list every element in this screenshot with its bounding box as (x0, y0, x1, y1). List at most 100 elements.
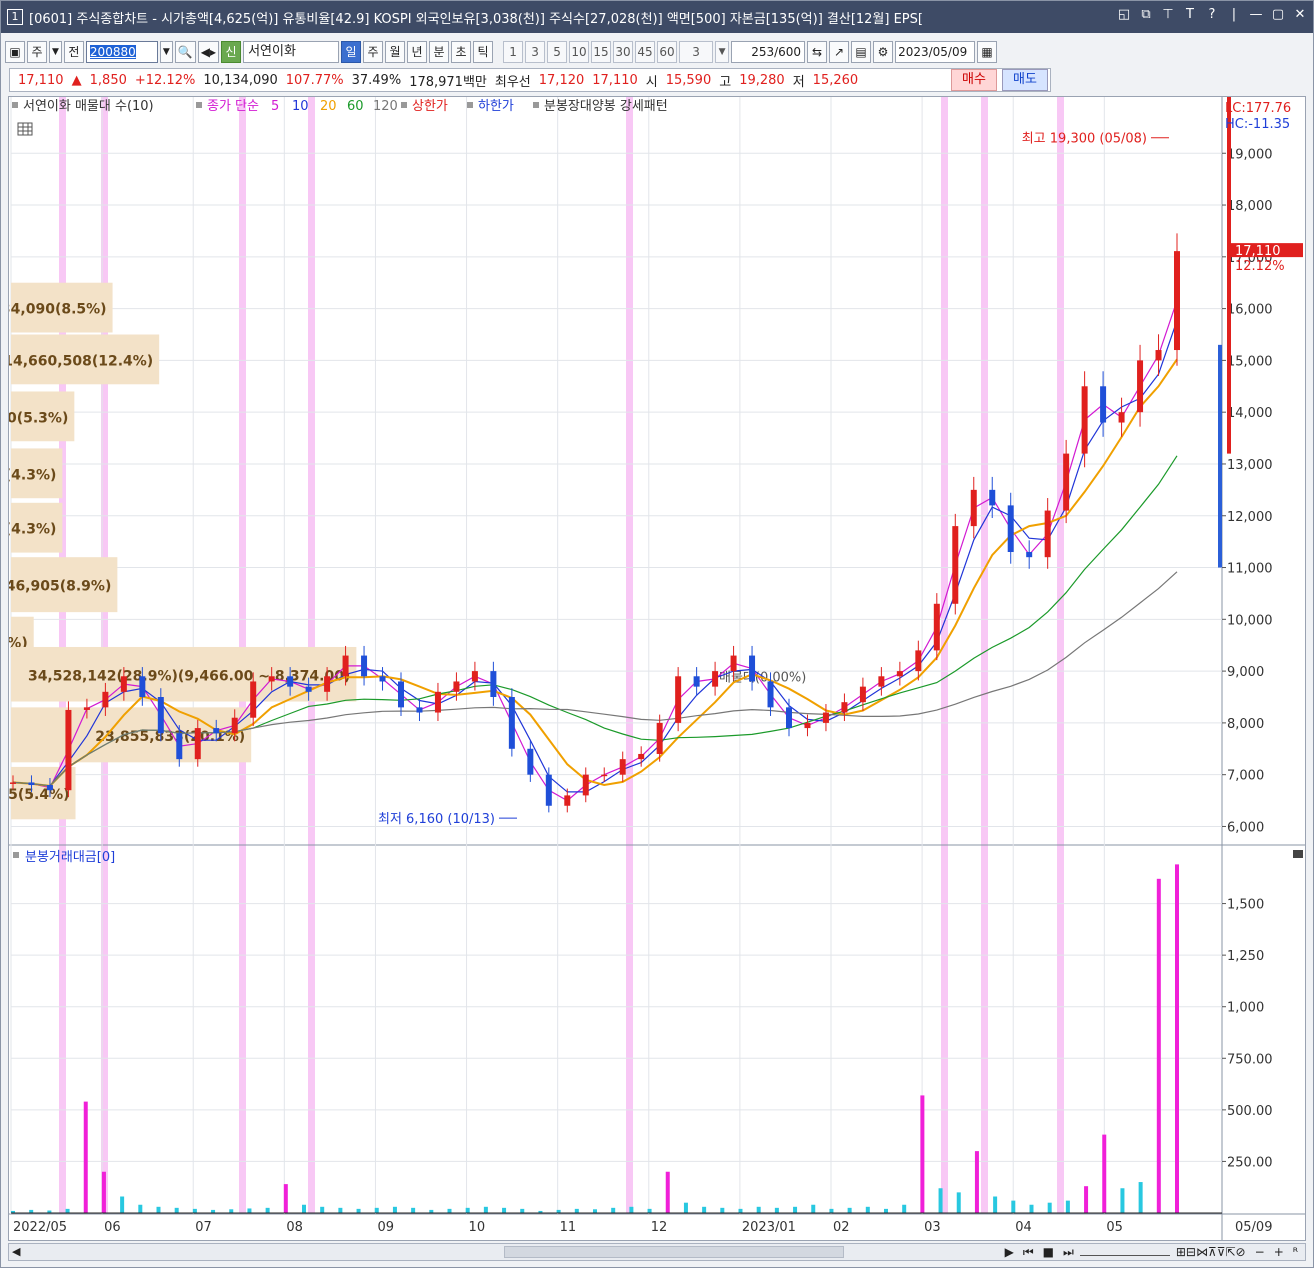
candle[interactable] (250, 681, 257, 718)
candle[interactable] (46, 785, 53, 791)
volume-bar[interactable] (884, 1208, 888, 1213)
volume-bar[interactable] (302, 1204, 306, 1213)
candle[interactable] (342, 655, 349, 677)
period-week[interactable]: 주 (363, 41, 384, 63)
candle[interactable] (398, 681, 404, 708)
interval-3[interactable]: 3 (525, 41, 546, 63)
candle[interactable] (1155, 350, 1162, 361)
candle[interactable] (471, 671, 478, 682)
candle[interactable] (416, 707, 423, 713)
period-second[interactable]: 초 (451, 41, 472, 63)
volume-bar[interactable] (1047, 1202, 1052, 1213)
candle[interactable] (564, 795, 571, 806)
prev-button[interactable]: 전 (63, 41, 84, 63)
close-icon[interactable]: ✕ (1293, 7, 1307, 23)
volume-bar[interactable] (847, 1207, 852, 1213)
play-icon[interactable]: ▶ (1002, 1245, 1017, 1259)
legend-ma5[interactable]: 5 (271, 99, 279, 114)
candle[interactable] (176, 733, 183, 760)
candle[interactable] (638, 753, 645, 760)
candle[interactable] (1063, 453, 1070, 511)
candle[interactable] (379, 676, 386, 682)
scroll-thumb[interactable] (504, 1246, 844, 1258)
chevron-down-icon[interactable]: ▼ (715, 41, 730, 63)
volume-bar[interactable] (865, 1206, 870, 1213)
volume-bar[interactable] (174, 1207, 179, 1213)
speaker-icon[interactable]: ◀▸ (197, 41, 220, 63)
volume-bar[interactable] (756, 1206, 761, 1213)
legend-ma20[interactable]: 20 (320, 99, 337, 114)
stop-icon[interactable]: ■ (1040, 1245, 1057, 1259)
candle[interactable] (545, 774, 552, 806)
volume-bar[interactable] (356, 1208, 361, 1213)
volume-bar[interactable] (720, 1207, 725, 1213)
volume-bar[interactable] (665, 1171, 670, 1213)
candle[interactable] (933, 603, 940, 651)
volume-bar[interactable] (156, 1206, 161, 1213)
candle[interactable] (859, 686, 866, 703)
sell-button[interactable]: 매도 (1002, 69, 1048, 91)
candle[interactable] (582, 774, 589, 796)
candle[interactable] (213, 728, 220, 734)
restore-icon[interactable]: ◱ (1117, 7, 1131, 23)
volume-bar[interactable] (483, 1206, 488, 1213)
candle[interactable] (656, 722, 663, 754)
zoom-in-icon[interactable]: + (1271, 1245, 1287, 1259)
legend-vp[interactable]: 서연이화 매물대 수(10) (23, 99, 154, 114)
volume-bar[interactable] (683, 1202, 688, 1213)
candle[interactable] (157, 697, 164, 734)
market-select[interactable]: 주 (27, 41, 47, 63)
volume-bar[interactable] (520, 1208, 525, 1213)
zoom-out-icon[interactable]: − (1252, 1245, 1268, 1259)
volume-bar[interactable] (611, 1207, 616, 1213)
bar-count[interactable]: 253/600 (731, 41, 806, 63)
volume-bar[interactable] (629, 1206, 634, 1213)
candle[interactable] (822, 712, 829, 723)
candle[interactable] (1174, 251, 1180, 351)
buy-button[interactable]: 매수 (951, 69, 997, 91)
volume-bar[interactable] (956, 1192, 961, 1213)
volume-bar[interactable] (647, 1208, 652, 1213)
tile-icon[interactable]: ⧉ (1139, 7, 1153, 23)
volume-bar[interactable] (738, 1208, 743, 1213)
volume-bar[interactable] (229, 1209, 234, 1213)
volume-bar[interactable] (1138, 1182, 1143, 1213)
legend-ma10[interactable]: 10 (292, 99, 309, 114)
compare-icon[interactable]: ⇆ (807, 41, 828, 63)
volume-bar[interactable] (265, 1207, 270, 1213)
candle[interactable] (28, 782, 35, 786)
candle[interactable] (878, 676, 885, 687)
candle[interactable] (1137, 360, 1144, 413)
chevron-down-icon[interactable]: ▼ (49, 41, 62, 63)
candle[interactable] (1081, 386, 1088, 454)
volume-bar[interactable] (574, 1208, 579, 1213)
candle[interactable] (65, 709, 72, 791)
legend-ma120[interactable]: 120 (373, 99, 398, 114)
legend-pattern[interactable]: 분봉장대양봉 강세패턴 (544, 99, 668, 114)
volume-bar[interactable] (1120, 1188, 1125, 1213)
candle[interactable] (434, 691, 441, 713)
candle[interactable] (268, 676, 275, 682)
candle[interactable] (527, 748, 534, 775)
volume-pane-title[interactable]: 분봉거래대금[0] (25, 850, 115, 865)
table-icon[interactable] (17, 122, 33, 136)
chevron-down-icon[interactable]: ▼ (159, 41, 173, 63)
candle[interactable] (120, 676, 127, 692)
period-tick[interactable]: 틱 (473, 41, 494, 63)
volume-bar[interactable] (247, 1208, 252, 1213)
candle[interactable] (712, 671, 719, 687)
volume-bar[interactable] (138, 1204, 143, 1213)
interval-10[interactable]: 10 (569, 41, 590, 63)
volume-bar[interactable] (120, 1196, 125, 1213)
volume-bar[interactable] (702, 1206, 707, 1213)
candle[interactable] (841, 702, 848, 713)
interval-45[interactable]: 45 (635, 41, 656, 63)
volume-bar[interactable] (392, 1206, 397, 1213)
candle[interactable] (1007, 505, 1014, 552)
volume-bar[interactable] (65, 1208, 70, 1213)
volume-bar[interactable] (793, 1206, 798, 1213)
text-icon[interactable]: T (1183, 7, 1197, 23)
volume-bar[interactable] (101, 1171, 106, 1213)
candle[interactable] (970, 489, 977, 527)
trend-icon[interactable]: ↗ (829, 41, 850, 63)
